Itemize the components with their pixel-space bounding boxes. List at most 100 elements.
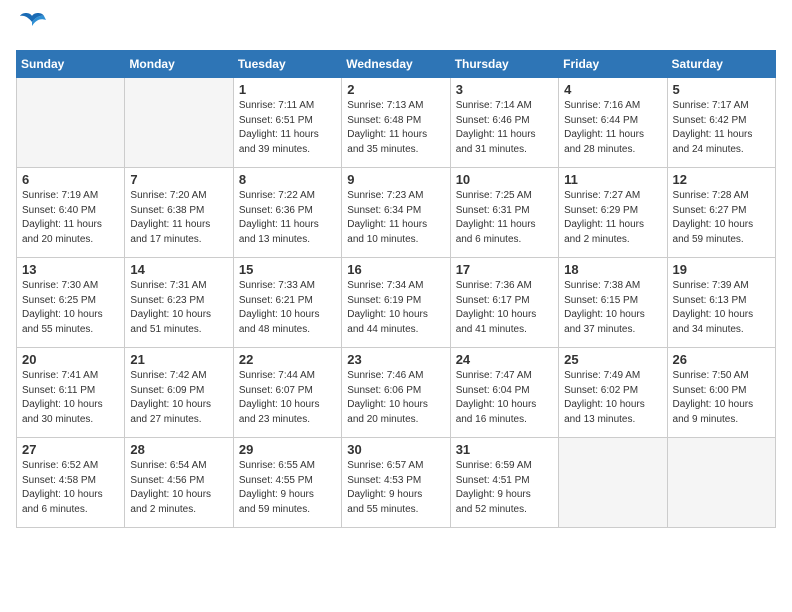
day-info: Sunrise: 7:17 AM Sunset: 6:42 PM Dayligh… (673, 99, 770, 157)
calendar-cell: 26Sunrise: 7:50 AM Sunset: 6:00 PM Dayli… (667, 348, 775, 438)
calendar-week-3: 13 Sunrise: 7:30 AM Sunset: 6:25 PM Dayli… (17, 258, 776, 348)
calendar-cell: 25Sunrise: 7:49 AM Sunset: 6:02 PM Dayli… (559, 348, 667, 438)
day-number: 8 (239, 172, 336, 187)
day-info: Sunrise: 7:27 AM Sunset: 6:29 PM Dayligh… (564, 189, 661, 247)
day-info: Sunrise: 7:16 AM Sunset: 6:44 PM Dayligh… (564, 99, 661, 157)
day-number: 12 (673, 172, 770, 187)
col-header-saturday: Saturday (667, 51, 775, 78)
day-number: 4 (564, 82, 661, 97)
calendar-table: SundayMondayTuesdayWednesdayThursdayFrid… (16, 50, 776, 528)
calendar-week-4: 20Sunrise: 7:41 AM Sunset: 6:11 PM Dayli… (17, 348, 776, 438)
day-info: Sunrise: 7:44 AM Sunset: 6:07 PM Dayligh… (239, 369, 336, 427)
day-number: 3 (456, 82, 553, 97)
day-number: 19 (673, 262, 770, 277)
day-info: Sunrise: 7:22 AM Sunset: 6:36 PM Dayligh… (239, 189, 336, 247)
day-number: 13 (22, 262, 119, 277)
calendar-cell (17, 78, 125, 168)
day-number: 16 (347, 262, 444, 277)
day-info: Sunrise: 7:42 AM Sunset: 6:09 PM Dayligh… (130, 369, 227, 427)
calendar-cell: 18 Sunrise: 7:38 AM Sunset: 6:15 PM Dayli… (559, 258, 667, 348)
day-info: Sunrise: 7:23 AM Sunset: 6:34 PM Dayligh… (347, 189, 444, 247)
day-number: 14 (130, 262, 227, 277)
calendar-cell: 5 Sunrise: 7:17 AM Sunset: 6:42 PM Daylig… (667, 78, 775, 168)
day-info: Sunrise: 7:47 AM Sunset: 6:04 PM Dayligh… (456, 369, 553, 427)
day-number: 9 (347, 172, 444, 187)
calendar-body: 1 Sunrise: 7:11 AM Sunset: 6:51 PM Daylig… (17, 78, 776, 528)
calendar-cell: 31 Sunrise: 6:59 AM Sunset: 4:51 PM Dayli… (450, 438, 558, 528)
day-info: Sunrise: 7:28 AM Sunset: 6:27 PM Dayligh… (673, 189, 770, 247)
calendar-cell (667, 438, 775, 528)
day-info: Sunrise: 6:54 AM Sunset: 4:56 PM Dayligh… (130, 459, 227, 517)
col-header-sunday: Sunday (17, 51, 125, 78)
day-info: Sunrise: 7:14 AM Sunset: 6:46 PM Dayligh… (456, 99, 553, 157)
calendar-cell: 10 Sunrise: 7:25 AM Sunset: 6:31 PM Dayli… (450, 168, 558, 258)
calendar-cell: 21 Sunrise: 7:42 AM Sunset: 6:09 PM Dayli… (125, 348, 233, 438)
calendar-cell: 4 Sunrise: 7:16 AM Sunset: 6:44 PM Daylig… (559, 78, 667, 168)
day-number: 27 (22, 442, 119, 457)
calendar-cell: 12 Sunrise: 7:28 AM Sunset: 6:27 PM Dayli… (667, 168, 775, 258)
day-number: 10 (456, 172, 553, 187)
calendar-cell: 17Sunrise: 7:36 AM Sunset: 6:17 PM Dayli… (450, 258, 558, 348)
calendar-week-2: 6 Sunrise: 7:19 AM Sunset: 6:40 PM Daylig… (17, 168, 776, 258)
day-info: Sunrise: 7:39 AM Sunset: 6:13 PM Dayligh… (673, 279, 770, 337)
day-info: Sunrise: 7:31 AM Sunset: 6:23 PM Dayligh… (130, 279, 227, 337)
calendar-cell: 1 Sunrise: 7:11 AM Sunset: 6:51 PM Daylig… (233, 78, 341, 168)
day-info: Sunrise: 7:11 AM Sunset: 6:51 PM Dayligh… (239, 99, 336, 157)
calendar-cell: 30 Sunrise: 6:57 AM Sunset: 4:53 PM Dayli… (342, 438, 450, 528)
calendar-week-5: 27 Sunrise: 6:52 AM Sunset: 4:58 PM Dayli… (17, 438, 776, 528)
day-info: Sunrise: 7:49 AM Sunset: 6:02 PM Dayligh… (564, 369, 661, 427)
day-number: 1 (239, 82, 336, 97)
day-number: 29 (239, 442, 336, 457)
day-info: Sunrise: 7:30 AM Sunset: 6:25 PM Dayligh… (22, 279, 119, 337)
day-number: 15 (239, 262, 336, 277)
day-info: Sunrise: 6:55 AM Sunset: 4:55 PM Dayligh… (239, 459, 336, 517)
calendar-cell: 6 Sunrise: 7:19 AM Sunset: 6:40 PM Daylig… (17, 168, 125, 258)
day-number: 18 (564, 262, 661, 277)
calendar-cell: 8 Sunrise: 7:22 AM Sunset: 6:36 PM Daylig… (233, 168, 341, 258)
calendar-cell: 9 Sunrise: 7:23 AM Sunset: 6:34 PM Daylig… (342, 168, 450, 258)
calendar-cell: 24 Sunrise: 7:47 AM Sunset: 6:04 PM Dayli… (450, 348, 558, 438)
calendar-cell: 28Sunrise: 6:54 AM Sunset: 4:56 PM Dayli… (125, 438, 233, 528)
col-header-thursday: Thursday (450, 51, 558, 78)
day-number: 23 (347, 352, 444, 367)
day-info: Sunrise: 7:34 AM Sunset: 6:19 PM Dayligh… (347, 279, 444, 337)
day-info: Sunrise: 7:38 AM Sunset: 6:15 PM Dayligh… (564, 279, 661, 337)
calendar-cell: 13 Sunrise: 7:30 AM Sunset: 6:25 PM Dayli… (17, 258, 125, 348)
day-number: 22 (239, 352, 336, 367)
day-info: Sunrise: 6:57 AM Sunset: 4:53 PM Dayligh… (347, 459, 444, 517)
col-header-wednesday: Wednesday (342, 51, 450, 78)
day-info: Sunrise: 7:25 AM Sunset: 6:31 PM Dayligh… (456, 189, 553, 247)
calendar-cell: 19 Sunrise: 7:39 AM Sunset: 6:13 PM Dayli… (667, 258, 775, 348)
day-info: Sunrise: 7:33 AM Sunset: 6:21 PM Dayligh… (239, 279, 336, 337)
calendar-cell: 15 Sunrise: 7:33 AM Sunset: 6:21 PM Dayli… (233, 258, 341, 348)
day-info: Sunrise: 6:59 AM Sunset: 4:51 PM Dayligh… (456, 459, 553, 517)
logo-bird-icon (18, 12, 46, 40)
day-info: Sunrise: 6:52 AM Sunset: 4:58 PM Dayligh… (22, 459, 119, 517)
day-info: Sunrise: 7:19 AM Sunset: 6:40 PM Dayligh… (22, 189, 119, 247)
calendar-cell: 3 Sunrise: 7:14 AM Sunset: 6:46 PM Daylig… (450, 78, 558, 168)
calendar-header-row: SundayMondayTuesdayWednesdayThursdayFrid… (17, 51, 776, 78)
page-header (16, 16, 776, 40)
day-number: 31 (456, 442, 553, 457)
day-number: 7 (130, 172, 227, 187)
calendar-cell: 11Sunrise: 7:27 AM Sunset: 6:29 PM Dayli… (559, 168, 667, 258)
day-number: 2 (347, 82, 444, 97)
calendar-cell: 7 Sunrise: 7:20 AM Sunset: 6:38 PM Daylig… (125, 168, 233, 258)
day-number: 5 (673, 82, 770, 97)
day-info: Sunrise: 7:36 AM Sunset: 6:17 PM Dayligh… (456, 279, 553, 337)
day-info: Sunrise: 7:20 AM Sunset: 6:38 PM Dayligh… (130, 189, 227, 247)
calendar-cell: 2 Sunrise: 7:13 AM Sunset: 6:48 PM Daylig… (342, 78, 450, 168)
col-header-tuesday: Tuesday (233, 51, 341, 78)
day-info: Sunrise: 7:41 AM Sunset: 6:11 PM Dayligh… (22, 369, 119, 427)
day-number: 24 (456, 352, 553, 367)
col-header-monday: Monday (125, 51, 233, 78)
day-info: Sunrise: 7:46 AM Sunset: 6:06 PM Dayligh… (347, 369, 444, 427)
day-info: Sunrise: 7:13 AM Sunset: 6:48 PM Dayligh… (347, 99, 444, 157)
calendar-cell: 29 Sunrise: 6:55 AM Sunset: 4:55 PM Dayli… (233, 438, 341, 528)
day-number: 21 (130, 352, 227, 367)
day-number: 30 (347, 442, 444, 457)
logo (16, 16, 46, 40)
calendar-cell (559, 438, 667, 528)
calendar-cell (125, 78, 233, 168)
day-number: 6 (22, 172, 119, 187)
